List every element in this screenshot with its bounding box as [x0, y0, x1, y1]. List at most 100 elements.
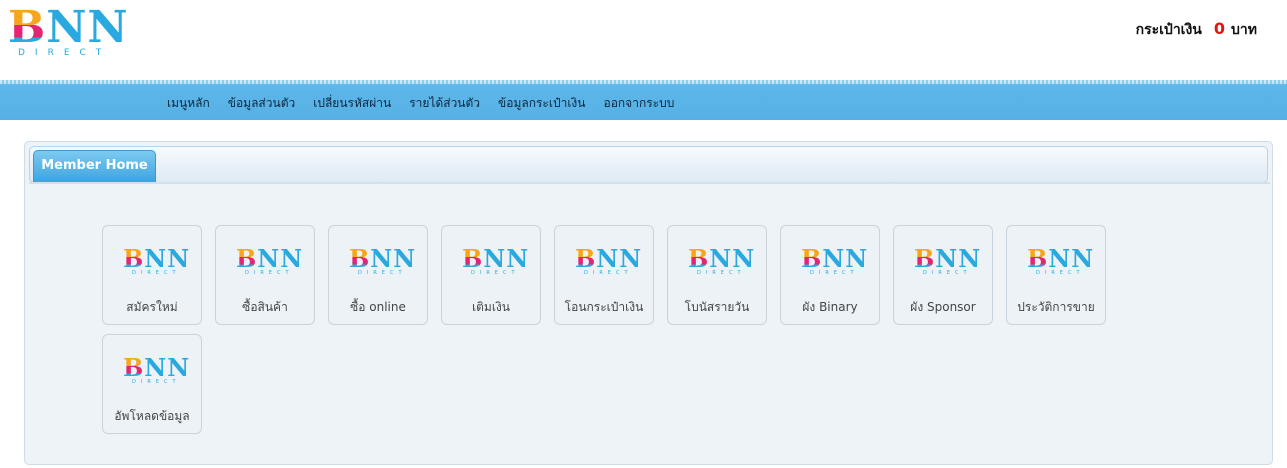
- mini-logo-letter: N: [370, 244, 394, 273]
- bnn-logo-icon: BNN DIRECT: [123, 246, 189, 280]
- tile-top-up[interactable]: BNN DIRECT เติมเงิน: [441, 225, 541, 325]
- mini-logo-subtitle: DIRECT: [245, 270, 294, 276]
- bnn-logo-icon: BNN DIRECT: [1027, 244, 1093, 280]
- mini-logo-letter: N: [1071, 244, 1095, 273]
- tile-label: สมัครใหม่: [126, 300, 178, 314]
- mini-logo-subtitle: DIRECT: [584, 270, 633, 276]
- mini-logo-letter: N: [280, 244, 304, 273]
- mini-logo-letter: B: [575, 244, 597, 273]
- bnn-logo-icon: BNN DIRECT: [914, 246, 980, 280]
- mini-logo-subtitle: DIRECT: [923, 270, 972, 276]
- tile-label: ประวัติการขาย: [1017, 300, 1095, 314]
- mini-logo-letter: N: [958, 244, 982, 273]
- mini-logo-subtitle: DIRECT: [471, 270, 520, 276]
- panel-tab-bar: Member Home: [29, 146, 1268, 184]
- mini-logo-letters: BNN: [575, 246, 642, 272]
- member-home-panel: Member Home BNN DIRECT สมัครใหม่ BNN DIRECT ซ…: [24, 141, 1273, 465]
- nav-item-main-menu[interactable]: เมนูหลัก: [167, 94, 210, 113]
- mini-logo-letter: N: [257, 244, 281, 273]
- logo-letter-b: B: [8, 2, 47, 53]
- mini-logo-subtitle: DIRECT: [697, 270, 746, 276]
- nav-item-wallet-info[interactable]: ข้อมูลกระเป๋าเงิน: [498, 94, 585, 113]
- mini-logo-letter: B: [688, 244, 710, 273]
- bnn-logo-icon: BNN DIRECT: [123, 355, 189, 389]
- wallet-label: กระเป๋าเงิน: [1135, 22, 1202, 38]
- tile-daily-bonus[interactable]: BNN DIRECT โบนัสรายวัน: [667, 225, 767, 325]
- logo-letters: BNN: [8, 6, 129, 50]
- mini-logo-subtitle: DIRECT: [810, 270, 859, 276]
- mini-logo-letter: N: [167, 244, 191, 273]
- mini-logo-letter: B: [123, 244, 145, 273]
- mini-logo-letter: N: [845, 244, 869, 273]
- nav-item-profile[interactable]: ข้อมูลส่วนตัว: [228, 94, 295, 113]
- logo-subtitle: DIRECT: [18, 48, 112, 58]
- tile-register[interactable]: BNN DIRECT สมัครใหม่: [102, 225, 202, 325]
- mini-logo-letters: BNN: [914, 246, 981, 272]
- bnn-logo-icon: BNN DIRECT: [236, 246, 302, 280]
- mini-logo-letters: BNN: [688, 246, 755, 272]
- wallet-unit: บาท: [1231, 22, 1257, 38]
- bnn-logo-icon: BNN DIRECT: [349, 246, 415, 280]
- mini-logo-letter: N: [144, 244, 168, 273]
- nav-item-change-password[interactable]: เปลี่ยนรหัสผ่าน: [313, 94, 391, 113]
- mini-logo-letter: B: [349, 244, 371, 273]
- bnn-logo-icon: BNN DIRECT: [688, 246, 754, 280]
- mini-logo-letters: BNN: [123, 355, 190, 381]
- mini-logo-subtitle: DIRECT: [132, 270, 181, 276]
- mini-logo-subtitle: DIRECT: [1036, 270, 1085, 276]
- nav-item-logout[interactable]: ออกจากระบบ: [604, 94, 675, 113]
- mini-logo-letters: BNN: [236, 246, 303, 272]
- mini-logo-letter: N: [709, 244, 733, 273]
- tile-sales-history[interactable]: BNN DIRECT ประวัติการขาย: [1006, 225, 1106, 325]
- tab-member-home[interactable]: Member Home: [33, 150, 156, 184]
- mini-logo-letter: N: [506, 244, 530, 273]
- mini-logo-letter: B: [1027, 244, 1049, 273]
- tile-buy-products[interactable]: BNN DIRECT ซื้อสินค้า: [215, 225, 315, 325]
- mini-logo-letter: N: [732, 244, 756, 273]
- mini-logo-letter: N: [596, 244, 620, 273]
- tile-upload-data[interactable]: BNN DIRECT อัพโหลดข้อมูล: [102, 334, 202, 434]
- tile-label: ผัง Binary: [802, 300, 858, 314]
- tile-label: โอนกระเป๋าเงิน: [564, 300, 644, 314]
- mini-logo-letter: N: [935, 244, 959, 273]
- mini-logo-letter: N: [483, 244, 507, 273]
- mini-logo-letters: BNN: [462, 246, 529, 272]
- tab-divider: [29, 182, 1270, 184]
- mini-logo-letter: B: [462, 244, 484, 273]
- mini-logo-letter: N: [393, 244, 417, 273]
- mini-logo-letter: B: [801, 244, 823, 273]
- mini-logo-letter: B: [914, 244, 936, 273]
- mini-logo-letters: BNN: [801, 246, 868, 272]
- wallet-amount: 0: [1213, 19, 1226, 38]
- site-header: BNN DIRECT กระเป๋าเงิน 0 บาท: [0, 0, 1287, 80]
- mini-logo-letter: N: [822, 244, 846, 273]
- wallet-balance: กระเป๋าเงิน 0 บาท: [1136, 19, 1257, 41]
- bnn-logo-icon: BNN DIRECT: [575, 246, 641, 280]
- tile-label: ซื้อ online: [350, 300, 406, 314]
- tile-label: อัพโหลดข้อมูล: [114, 409, 190, 423]
- bnn-direct-logo[interactable]: BNN DIRECT: [8, 6, 128, 60]
- mini-logo-subtitle: DIRECT: [132, 379, 181, 385]
- mini-logo-subtitle: DIRECT: [358, 270, 407, 276]
- tile-label: โบนัสรายวัน: [684, 300, 750, 314]
- tile-buy-online[interactable]: BNN DIRECT ซื้อ online: [328, 225, 428, 325]
- bnn-logo-icon: BNN DIRECT: [462, 246, 528, 280]
- mini-logo-letters: BNN: [349, 246, 416, 272]
- tile-label: ซื้อสินค้า: [242, 300, 288, 314]
- tile-label: ผัง Sponsor: [910, 300, 976, 314]
- nav-item-income[interactable]: รายได้ส่วนตัว: [409, 94, 480, 113]
- main-nav-bar: เมนูหลัก ข้อมูลส่วนตัว เปลี่ยนรหัสผ่าน ร…: [0, 80, 1287, 120]
- logo-letter-n2: N: [87, 2, 129, 53]
- bnn-logo-icon: BNN DIRECT: [801, 246, 867, 280]
- mini-logo-letter: N: [167, 353, 191, 382]
- mini-logo-letters: BNN: [123, 246, 190, 272]
- mini-logo-letter: N: [619, 244, 643, 273]
- tile-transfer-wallet[interactable]: BNN DIRECT โอนกระเป๋าเงิน: [554, 225, 654, 325]
- tile-sponsor-tree[interactable]: BNN DIRECT ผัง Sponsor: [893, 225, 993, 325]
- mini-logo-letter: N: [144, 353, 168, 382]
- logo-letter-n1: N: [46, 2, 88, 53]
- tile-label: เติมเงิน: [472, 300, 510, 314]
- mini-logo-letter: B: [123, 353, 145, 382]
- tile-binary-tree[interactable]: BNN DIRECT ผัง Binary: [780, 225, 880, 325]
- main-nav: เมนูหลัก ข้อมูลส่วนตัว เปลี่ยนรหัสผ่าน ร…: [167, 94, 692, 113]
